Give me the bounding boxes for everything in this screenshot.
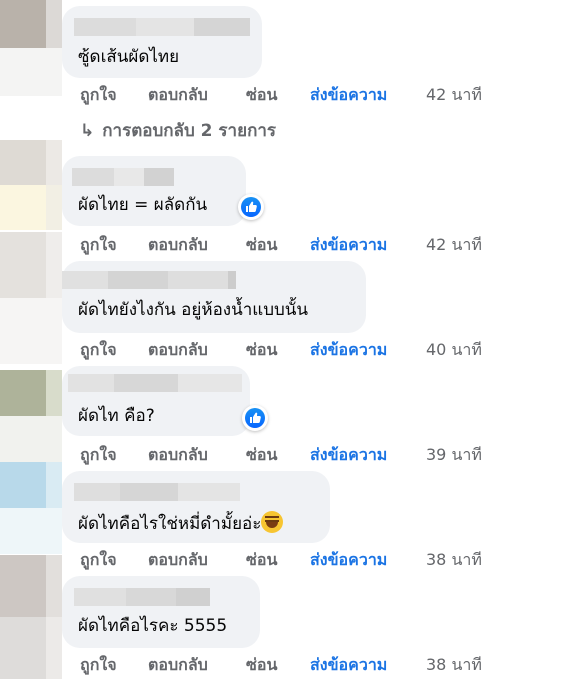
like-button[interactable]: ถูกใจ — [80, 233, 117, 258]
commenter-name-redacted[interactable] — [74, 588, 210, 606]
comment-text: ผัดไทคือไรใช่หมี่ดำมั้ยอ่ะ — [78, 511, 284, 536]
hide-button[interactable]: ซ่อน — [246, 233, 277, 258]
reply-button[interactable]: ตอบกลับ — [148, 548, 208, 573]
send-message-button[interactable]: ส่งข้อความ — [310, 338, 387, 363]
commenter-name-redacted[interactable] — [72, 168, 174, 186]
commenter-name-redacted[interactable] — [74, 18, 250, 36]
reaction-badge[interactable] — [242, 405, 268, 431]
hide-button[interactable]: ซ่อน — [246, 338, 277, 363]
comment-text: ซู้ดเส้นผัดไทย — [78, 47, 180, 67]
send-message-button[interactable]: ส่งข้อความ — [310, 653, 387, 678]
send-message-button[interactable]: ส่งข้อความ — [310, 83, 387, 108]
replies-count-label: การตอบกลับ 2 รายการ — [102, 121, 277, 141]
rofl-emoji-icon — [261, 511, 284, 533]
timestamp[interactable]: 42 นาที — [426, 83, 482, 108]
view-replies-link[interactable]: ↳ การตอบกลับ 2 รายการ — [80, 117, 276, 144]
timestamp[interactable]: 40 นาที — [426, 338, 482, 363]
reply-button[interactable]: ตอบกลับ — [148, 233, 208, 258]
like-button[interactable]: ถูกใจ — [80, 548, 117, 573]
like-icon — [250, 412, 261, 423]
avatar[interactable] — [0, 232, 62, 364]
timestamp[interactable]: 38 นาที — [426, 653, 482, 678]
send-message-button[interactable]: ส่งข้อความ — [310, 548, 387, 573]
reply-arrow-icon: ↳ — [80, 121, 95, 141]
hide-button[interactable]: ซ่อน — [246, 443, 277, 468]
timestamp[interactable]: 39 นาที — [426, 443, 482, 468]
timestamp[interactable]: 42 นาที — [426, 233, 482, 258]
commenter-name-redacted[interactable] — [62, 271, 236, 289]
reply-button[interactable]: ตอบกลับ — [148, 443, 208, 468]
comment-text-content: ผัดไทคือไรใช่หมี่ดำมั้ยอ่ะ — [78, 514, 262, 534]
reaction-badge[interactable] — [238, 194, 264, 220]
reply-button[interactable]: ตอบกลับ — [148, 338, 208, 363]
comment-text: ผัดไทย = ผลัดกัน — [78, 195, 208, 215]
hide-button[interactable]: ซ่อน — [246, 83, 277, 108]
like-button[interactable]: ถูกใจ — [80, 338, 117, 363]
commenter-name-redacted[interactable] — [74, 483, 240, 501]
avatar[interactable] — [0, 140, 62, 230]
reply-button[interactable]: ตอบกลับ — [148, 653, 208, 678]
timestamp[interactable]: 38 นาที — [426, 548, 482, 573]
like-icon — [246, 201, 257, 212]
like-button[interactable]: ถูกใจ — [80, 443, 117, 468]
comment-text: ผัดไทคือไรคะ 5555 — [78, 616, 228, 636]
send-message-button[interactable]: ส่งข้อความ — [310, 233, 387, 258]
avatar[interactable] — [0, 0, 62, 96]
like-button[interactable]: ถูกใจ — [80, 653, 117, 678]
reply-button[interactable]: ตอบกลับ — [148, 83, 208, 108]
comment-text: ผัดไท คือ? — [78, 406, 155, 426]
avatar[interactable] — [0, 462, 62, 554]
like-button[interactable]: ถูกใจ — [80, 83, 117, 108]
send-message-button[interactable]: ส่งข้อความ — [310, 443, 387, 468]
comment-text: ผัดไทยังไงกัน อยู่ห้องน้ำแบบนั้น — [78, 300, 309, 320]
avatar[interactable] — [0, 555, 62, 679]
hide-button[interactable]: ซ่อน — [246, 548, 277, 573]
hide-button[interactable]: ซ่อน — [246, 653, 277, 678]
commenter-name-redacted[interactable] — [68, 374, 242, 392]
avatar[interactable] — [0, 370, 62, 462]
